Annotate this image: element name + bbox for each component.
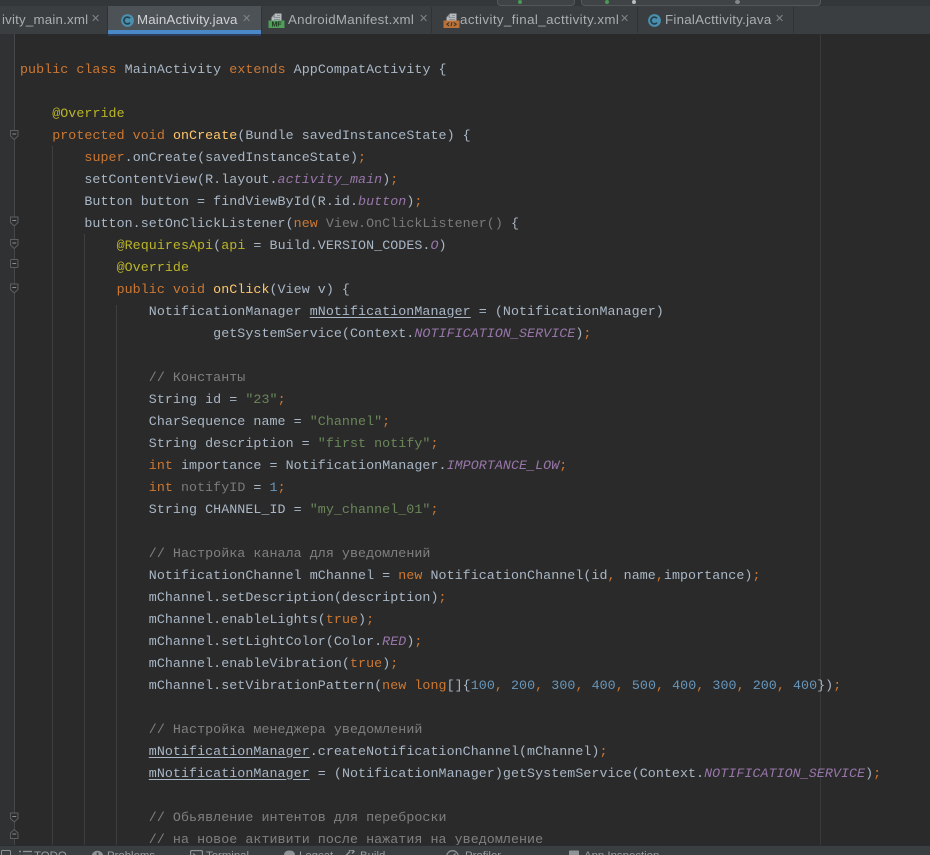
svg-text:MF: MF [271, 22, 282, 29]
